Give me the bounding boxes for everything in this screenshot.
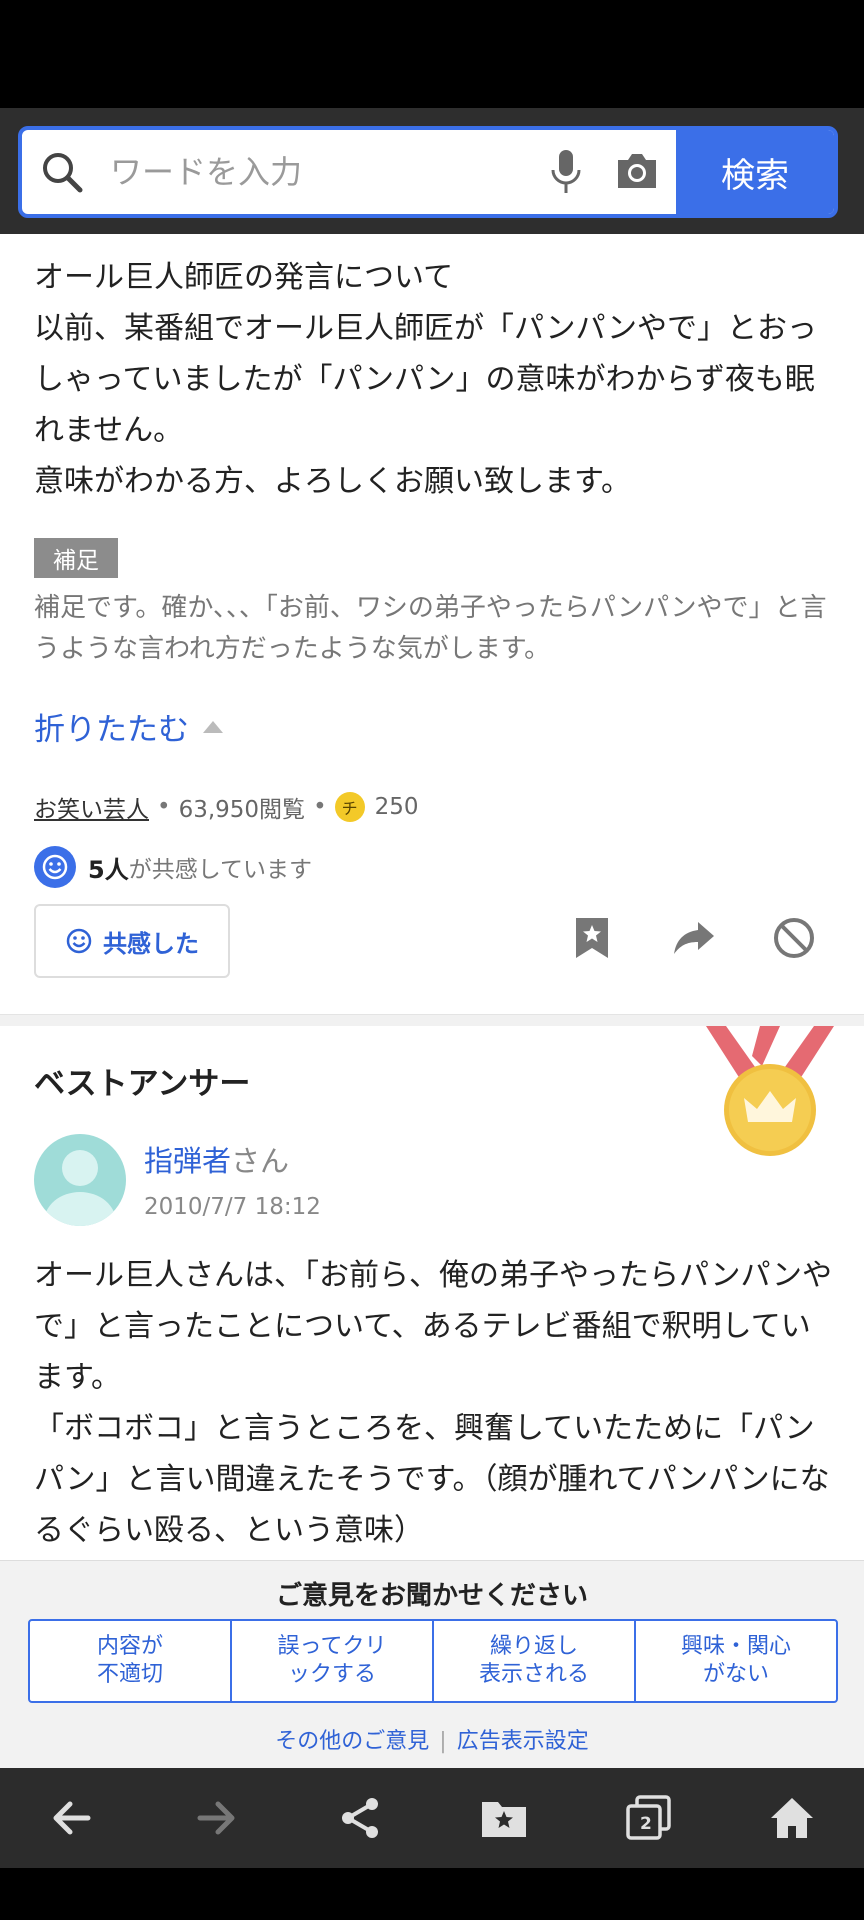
avatar[interactable]: [34, 1134, 126, 1226]
empathy-button-label: 共感した: [103, 929, 199, 958]
answer-date: 2010/7/7 18:12: [144, 1194, 321, 1220]
bookmark-icon[interactable]: [568, 914, 616, 962]
search-box: 検索: [18, 126, 838, 218]
coin-icon: チ: [334, 792, 365, 822]
search-icon: [43, 153, 83, 193]
medal-icon: [706, 1026, 834, 1156]
empathy-suffix: が共感しています: [128, 857, 313, 883]
feedback-links: その他のご意見 | 広告表示設定: [0, 1723, 864, 1755]
empathy-count: 5人: [88, 855, 129, 884]
fold-button[interactable]: 折りたたむ: [34, 704, 223, 749]
feedback-misclick-button[interactable]: 誤ってクリ ックする: [232, 1621, 434, 1701]
tab-count: 2: [640, 1814, 652, 1834]
category-link[interactable]: お笑い芸人: [34, 790, 149, 824]
link-separator: |: [439, 1729, 447, 1754]
search-button[interactable]: 検索: [676, 130, 834, 214]
empathy-summary: 5人 が共感しています: [34, 846, 312, 888]
section-divider: [0, 1014, 864, 1026]
status-bar: [0, 0, 864, 108]
share-icon[interactable]: [670, 914, 718, 962]
question-text: オール巨人師匠の発言について 以前、某番組でオール巨人師匠が「パンパンやで」とお…: [34, 260, 817, 499]
search-bar: 検索: [0, 108, 864, 234]
best-answer-text: オール巨人さんは、「お前ら、俺の弟子やったらパンパンやで」と言ったことについて、…: [34, 1258, 832, 1548]
other-feedback-link[interactable]: その他のご意見: [275, 1729, 429, 1754]
coin-count: 250: [374, 794, 419, 820]
feedback-repeated-button[interactable]: 繰り返し 表示される: [434, 1621, 636, 1701]
answerer: 指弾者さん: [144, 1138, 289, 1180]
forward-arrow-icon[interactable]: [188, 1790, 244, 1846]
ad-settings-link[interactable]: 広告表示設定: [457, 1729, 589, 1754]
feedback-button-group: 内容が 不適切 誤ってクリ ックする 繰り返し 表示される 興味・関心 がない: [28, 1619, 838, 1703]
smile-icon: [66, 928, 92, 954]
back-arrow-icon[interactable]: [44, 1790, 100, 1846]
supplement-text: 補足です。確か、、、「お前、ワシの弟子やったらパンパンやで」と言うような言われ方…: [34, 593, 827, 664]
view-count: 63,950閲覧: [178, 797, 306, 823]
feedback-not-interested-button[interactable]: 興味・関心 がない: [636, 1621, 836, 1701]
answerer-name-link[interactable]: 指弾者: [144, 1144, 231, 1178]
bookmark-folder-icon[interactable]: [476, 1790, 532, 1846]
tabs-icon[interactable]: 2: [620, 1790, 676, 1846]
camera-icon[interactable]: [614, 150, 660, 192]
question-meta: お笑い芸人 • 63,950閲覧 • チ 250: [34, 790, 419, 824]
feedback-inappropriate-button[interactable]: 内容が 不適切: [30, 1621, 232, 1701]
main-content: オール巨人師匠の発言について 以前、某番組でオール巨人師匠が「パンパンやで」とお…: [0, 234, 864, 1560]
empathy-button[interactable]: 共感した: [34, 904, 230, 978]
system-bottom-bar: [0, 1868, 864, 1920]
microphone-icon[interactable]: [546, 148, 586, 196]
separator-dot: •: [313, 794, 327, 820]
search-input[interactable]: [110, 130, 540, 214]
supplement-badge: 補足: [34, 538, 118, 578]
triangle-up-icon: [203, 720, 223, 733]
separator-dot: •: [157, 794, 171, 820]
smile-icon: [34, 846, 76, 888]
answerer-suffix: さん: [231, 1144, 290, 1178]
ad-feedback-panel: ご意見をお聞かせください 内容が 不適切 誤ってクリ ックする 繰り返し 表示さ…: [0, 1560, 864, 1768]
feedback-title: ご意見をお聞かせください: [275, 1581, 588, 1611]
fold-label: 折りたたむ: [34, 712, 189, 748]
home-icon[interactable]: [764, 1790, 820, 1846]
best-answer-title: ベストアンサー: [34, 1066, 251, 1102]
block-icon[interactable]: [770, 914, 818, 962]
browser-navbar: 2: [0, 1768, 864, 1868]
share-icon[interactable]: [332, 1790, 388, 1846]
